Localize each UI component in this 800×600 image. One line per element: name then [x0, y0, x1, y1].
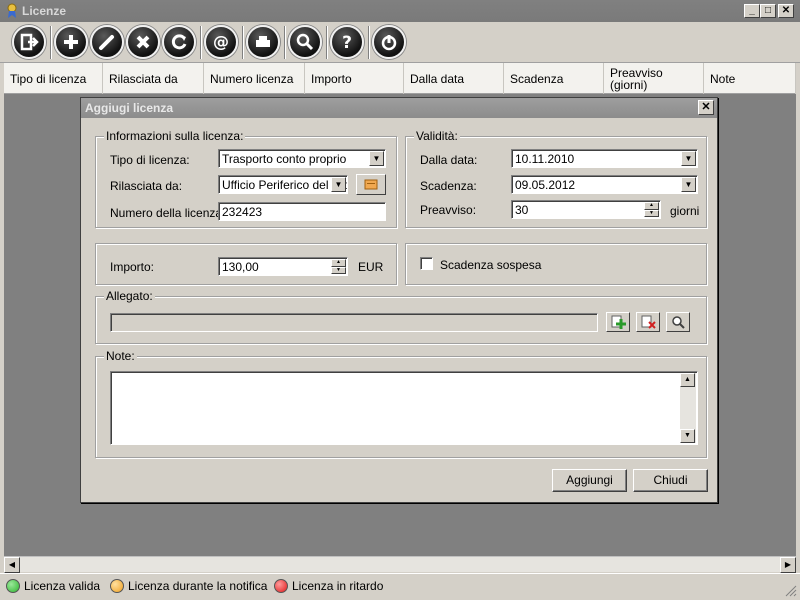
refresh-icon: [171, 34, 187, 50]
scadenza-sospesa-group: Scadenza sospesa: [405, 243, 707, 285]
column-header[interactable]: Rilasciata da: [103, 63, 204, 94]
email-button[interactable]: @: [204, 25, 238, 59]
column-header[interactable]: Importo: [305, 63, 404, 94]
delete-button[interactable]: [126, 25, 160, 59]
printer-icon: [256, 36, 270, 47]
dialog-title: Aggiugi licenza: [85, 101, 174, 115]
edit-button[interactable]: [90, 25, 124, 59]
toolbar: @ ?: [0, 22, 800, 63]
folder-icon: [364, 179, 378, 190]
aggiungi-button[interactable]: Aggiungi: [552, 469, 627, 492]
power-icon: [381, 35, 397, 51]
window-title-bar: Licenze _ □ ✕: [0, 0, 800, 22]
importo-group: Importo: 130,00 ▲ ▼ EUR: [95, 243, 397, 285]
importo-stepper[interactable]: 130,00 ▲ ▼: [218, 257, 348, 276]
allegato-group: Allegato:: [95, 289, 707, 344]
chevron-down-icon[interactable]: ▼: [369, 151, 384, 166]
add-button[interactable]: [54, 25, 88, 59]
column-header[interactable]: Dalla data: [404, 63, 504, 94]
scroll-right-button[interactable]: ▶: [780, 557, 796, 573]
tipo-licenza-select[interactable]: Trasporto conto proprio ▼: [218, 149, 386, 168]
column-header[interactable]: Tipo di licenza: [4, 63, 103, 94]
refresh-button[interactable]: [162, 25, 196, 59]
window-title: Licenze: [22, 4, 67, 18]
status-bar: Licenza valida Licenza durante la notifi…: [0, 573, 800, 600]
add-file-icon: [611, 315, 626, 329]
print-button[interactable]: [246, 25, 280, 59]
plus-icon: [64, 35, 78, 49]
maximize-button[interactable]: □: [760, 4, 776, 18]
remove-file-icon: [641, 315, 656, 329]
license-icon: [7, 3, 17, 18]
x-icon: [136, 35, 150, 49]
dalla-data-picker[interactable]: 10.11.2010 ▼: [511, 149, 698, 168]
legend-valid: Licenza valida: [6, 579, 100, 593]
scroll-down-button[interactable]: ▼: [680, 429, 695, 443]
scroll-left-button[interactable]: ◀: [4, 557, 20, 573]
spin-buttons[interactable]: ▲ ▼: [331, 259, 346, 274]
spin-buttons[interactable]: ▲ ▼: [644, 202, 659, 217]
add-attachment-button[interactable]: [606, 312, 630, 332]
pencil-icon: [99, 35, 114, 50]
issuer-list-button[interactable]: [356, 174, 386, 195]
license-info-group: Informazioni sulla licenza: Tipo di lice…: [95, 129, 397, 228]
note-scrollbar[interactable]: ▲ ▼: [680, 373, 696, 443]
help-button[interactable]: ?: [330, 25, 364, 59]
exit-button[interactable]: [12, 25, 46, 59]
rilasciata-da-select[interactable]: Ufficio Periferico del Dip ▼: [218, 175, 348, 194]
column-header[interactable]: Scadenza: [504, 63, 604, 94]
minimize-button[interactable]: _: [744, 4, 760, 18]
search-button[interactable]: [288, 25, 322, 59]
table-header: Tipo di licenza Rilasciata da Numero lic…: [4, 63, 796, 94]
search-icon: [296, 33, 314, 51]
column-header[interactable]: Note: [704, 63, 796, 94]
numero-licenza-input[interactable]: 232423: [218, 202, 386, 221]
power-button[interactable]: [372, 25, 406, 59]
chiudi-button[interactable]: Chiudi: [633, 469, 708, 492]
red-dot-icon: [274, 579, 288, 593]
note-group: Note: ▲ ▼: [95, 349, 707, 458]
green-dot-icon: [6, 579, 20, 593]
column-header[interactable]: Preavviso (giorni): [604, 63, 704, 94]
column-header[interactable]: Numero licenza: [204, 63, 305, 94]
chevron-down-icon[interactable]: ▼: [681, 151, 696, 166]
scadenza-sospesa-checkbox[interactable]: [420, 257, 433, 270]
view-attachment-button[interactable]: [666, 312, 690, 332]
note-textarea[interactable]: ▲ ▼: [110, 371, 698, 445]
exit-icon: [20, 33, 39, 51]
add-license-dialog: Aggiugi licenza ✕ Informazioni sulla lic…: [80, 97, 718, 503]
validity-group: Validità: Dalla data: 10.11.2010 ▼ Scade…: [405, 129, 707, 228]
legend-late: Licenza in ritardo: [274, 579, 383, 593]
chevron-down-icon[interactable]: ▼: [331, 177, 346, 192]
preavviso-stepper[interactable]: 30 ▲ ▼: [511, 200, 661, 219]
at-icon: @: [213, 32, 229, 51]
magnifier-icon: [672, 316, 685, 329]
orange-dot-icon: [110, 579, 124, 593]
chevron-down-icon[interactable]: ▼: [681, 177, 696, 192]
dialog-close-button[interactable]: ✕: [698, 100, 714, 115]
svg-text:@: @: [213, 32, 229, 51]
scadenza-date-picker[interactable]: 09.05.2012 ▼: [511, 175, 698, 194]
scroll-up-button[interactable]: ▲: [680, 373, 695, 387]
question-icon: ?: [342, 33, 352, 52]
close-window-button[interactable]: ✕: [778, 4, 794, 18]
resize-grip-icon[interactable]: [785, 585, 797, 597]
remove-attachment-button[interactable]: [636, 312, 660, 332]
legend-notice: Licenza durante la notifica: [110, 579, 267, 593]
horizontal-scrollbar[interactable]: ◀ ▶: [4, 556, 796, 573]
allegato-path-field[interactable]: [110, 313, 598, 332]
svg-text:?: ?: [342, 33, 352, 52]
dialog-title-bar: Aggiugi licenza ✕: [81, 98, 717, 118]
